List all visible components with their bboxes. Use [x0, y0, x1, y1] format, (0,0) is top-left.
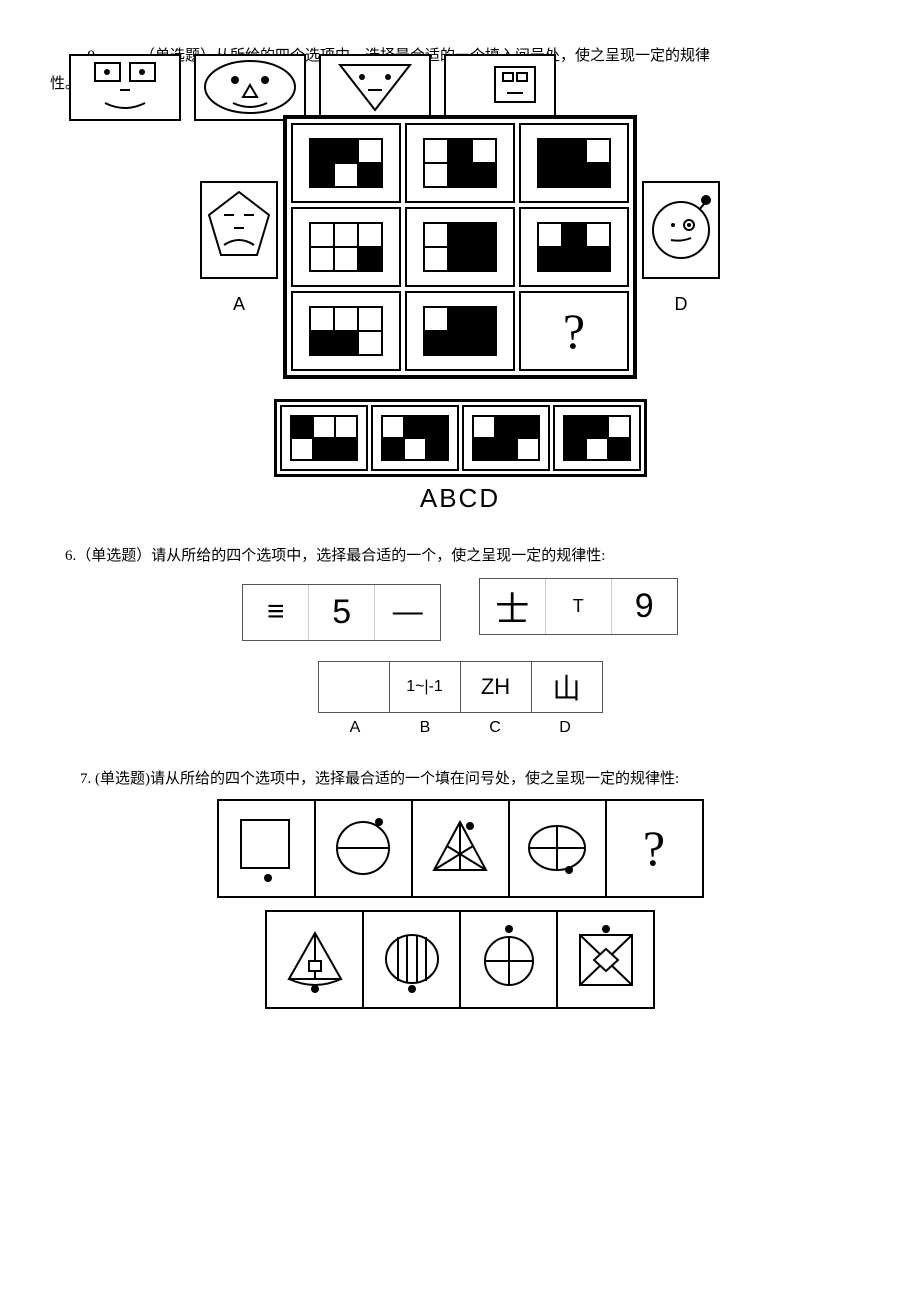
q5-label-d: D — [641, 294, 721, 315]
q7-opt-a — [265, 910, 364, 1009]
option-cell — [462, 405, 550, 471]
q6-cell: 9 — [612, 579, 677, 634]
q5-label-a: A — [199, 294, 279, 315]
q6-option-label: D — [530, 719, 600, 737]
matrix-cell — [405, 123, 515, 203]
q6-option: 山 — [532, 662, 602, 712]
q6-cell: T — [546, 579, 612, 634]
matrix-cell — [405, 207, 515, 287]
q7-opt-d — [556, 910, 655, 1009]
matrix-cell — [291, 291, 401, 371]
matrix-cell — [405, 291, 515, 371]
q7-seq-3 — [411, 799, 510, 898]
q6-sequence-2: 士T9 — [479, 578, 678, 635]
q7-text: 7. (单选题)请从所给的四个选项中，选择最合适的一个填在问号处，使之呈现一定的… — [50, 767, 870, 791]
q5-matrix: A ? D — [50, 115, 870, 379]
q7-options-row — [50, 910, 870, 1009]
q6-option: ZH — [461, 662, 532, 712]
matrix-cell: ? — [519, 291, 629, 371]
q5-right-face: D — [641, 180, 721, 315]
option-cell — [371, 405, 459, 471]
q6-options: 1~|-1ZH山 — [318, 661, 603, 713]
q6-cell: 士 — [480, 579, 546, 634]
q6-text: 6.（单选题）请从所给的四个选项中，选择最合适的一个，使之呈现一定的规律性: — [50, 544, 870, 568]
q7-seq-1 — [217, 799, 316, 898]
q5-left-face: A — [199, 180, 279, 315]
matrix-cell — [291, 207, 401, 287]
q7-seq-qmark: ? — [605, 799, 704, 898]
q7-seq-4 — [508, 799, 607, 898]
q6-cell: ≡ — [243, 585, 309, 640]
matrix-cell — [291, 123, 401, 203]
q5-abcd-row: ABCD — [50, 483, 870, 514]
q6-option-labels: ABCD — [320, 719, 600, 737]
question-6: 6.（单选题）请从所给的四个选项中，选择最合适的一个，使之呈现一定的规律性: ≡… — [50, 544, 870, 737]
q6-cell: — — [375, 585, 440, 640]
q5-options-row — [50, 399, 870, 477]
q6-option-label: A — [320, 719, 390, 737]
option-cell — [280, 405, 368, 471]
question-7: 7. (单选题)请从所给的四个选项中，选择最合适的一个填在问号处，使之呈现一定的… — [50, 767, 870, 1009]
q7-seq-2 — [314, 799, 413, 898]
option-cell — [553, 405, 641, 471]
q6-cell: 5 — [309, 585, 375, 640]
q7-opt-c — [459, 910, 558, 1009]
q7-opt-b — [362, 910, 461, 1009]
matrix-cell — [519, 207, 629, 287]
q6-option: 1~|-1 — [390, 662, 461, 712]
question-5: 9 ．（单选题）从所给的四个选项中，选择最合适的一个填入问号处，使之呈现一定的规… — [50, 44, 870, 514]
q6-option-label: C — [460, 719, 530, 737]
q5-abcd: ABCD — [420, 483, 500, 513]
q5-faces-row — [50, 50, 870, 125]
q6-option-label: B — [390, 719, 460, 737]
q6-sequence-1: ≡5— — [242, 584, 441, 641]
matrix-cell — [519, 123, 629, 203]
q7-sequence-row: ? — [50, 799, 870, 898]
q6-option — [319, 662, 390, 712]
